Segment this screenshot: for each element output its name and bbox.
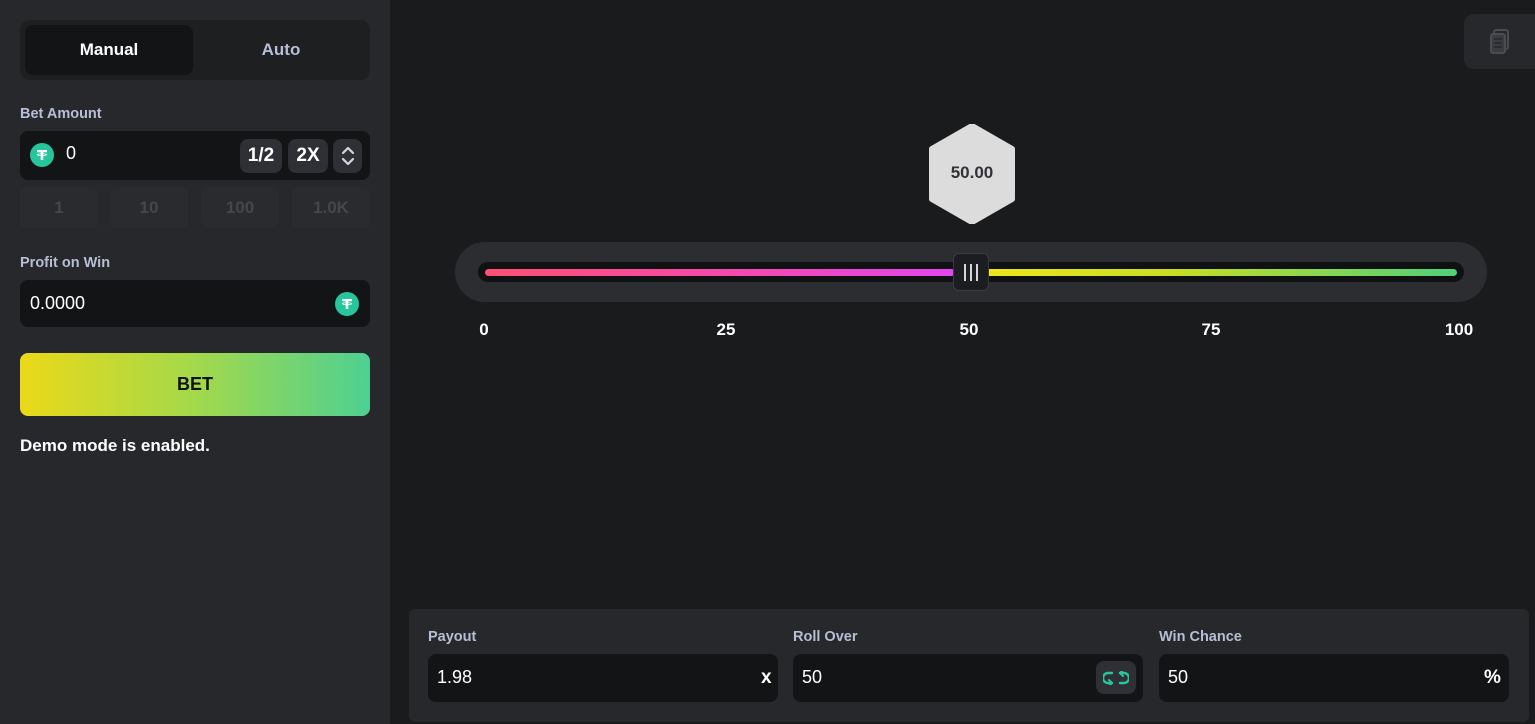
bet-sidebar: Manual Auto Bet Amount 0 1/2 2X 1 10 100… (0, 0, 390, 724)
profit-label: Profit on Win (20, 255, 111, 271)
demo-mode-message: Demo mode is enabled. (20, 436, 210, 455)
mode-tabs: Manual Auto (20, 20, 370, 80)
slider-tick: 25 (716, 320, 736, 339)
chevron-up-down-icon (341, 146, 354, 166)
slider-tick: 50 (959, 320, 979, 339)
tab-manual[interactable]: Manual (25, 25, 193, 75)
bet-amount-input[interactable]: 0 (66, 143, 76, 164)
win-chance-label: Win Chance (1159, 629, 1242, 645)
bet-amount-label: Bet Amount (20, 106, 102, 122)
grip-line (964, 263, 966, 281)
payout-label: Payout (428, 629, 477, 645)
quick-amount-1[interactable]: 1 (20, 187, 98, 228)
bet-stepper-button[interactable] (333, 139, 362, 173)
roll-over-input[interactable]: 50 (802, 667, 822, 688)
roll-over-label: Roll Over (793, 629, 858, 645)
roll-over-field[interactable]: 50 (793, 654, 1143, 702)
slider-tick: 0 (479, 320, 489, 339)
document-icon (1490, 28, 1509, 54)
bet-button[interactable]: BET (20, 353, 370, 416)
quick-amount-100[interactable]: 100 (201, 187, 279, 228)
profit-value: 0.0000 (30, 293, 86, 313)
swap-roll-button[interactable] (1096, 661, 1136, 694)
result-value: 50.00 (950, 163, 994, 182)
slider-tick: 75 (1201, 320, 1221, 339)
grip-line (976, 263, 978, 281)
quick-amount-10[interactable]: 10 (110, 187, 188, 228)
win-chance-input[interactable]: 50 (1168, 667, 1188, 688)
payout-input[interactable]: 1.98 (437, 667, 472, 688)
history-button[interactable] (1464, 14, 1535, 69)
percent-suffix: % (1484, 667, 1501, 688)
grip-line (970, 263, 972, 281)
multiplier-suffix: x (761, 667, 772, 688)
double-bet-button[interactable]: 2X (288, 139, 328, 173)
quick-amount-1k[interactable]: 1.0K (292, 187, 370, 228)
slider-tick: 100 (1444, 320, 1474, 339)
bet-amount-field[interactable]: 0 1/2 2X (20, 131, 370, 180)
profit-field: 0.0000 (20, 280, 370, 327)
slider-win-range (985, 269, 1457, 276)
slider-handle[interactable] (953, 253, 989, 291)
half-bet-button[interactable]: 1/2 (240, 139, 282, 173)
swap-icon (1103, 670, 1129, 685)
tab-auto[interactable]: Auto (197, 25, 365, 75)
payout-field[interactable]: 1.98 x (428, 654, 778, 702)
win-chance-field[interactable]: 50 % (1159, 654, 1509, 702)
tether-icon (30, 143, 54, 167)
tether-icon (335, 292, 359, 316)
slider-lose-range (485, 269, 955, 276)
